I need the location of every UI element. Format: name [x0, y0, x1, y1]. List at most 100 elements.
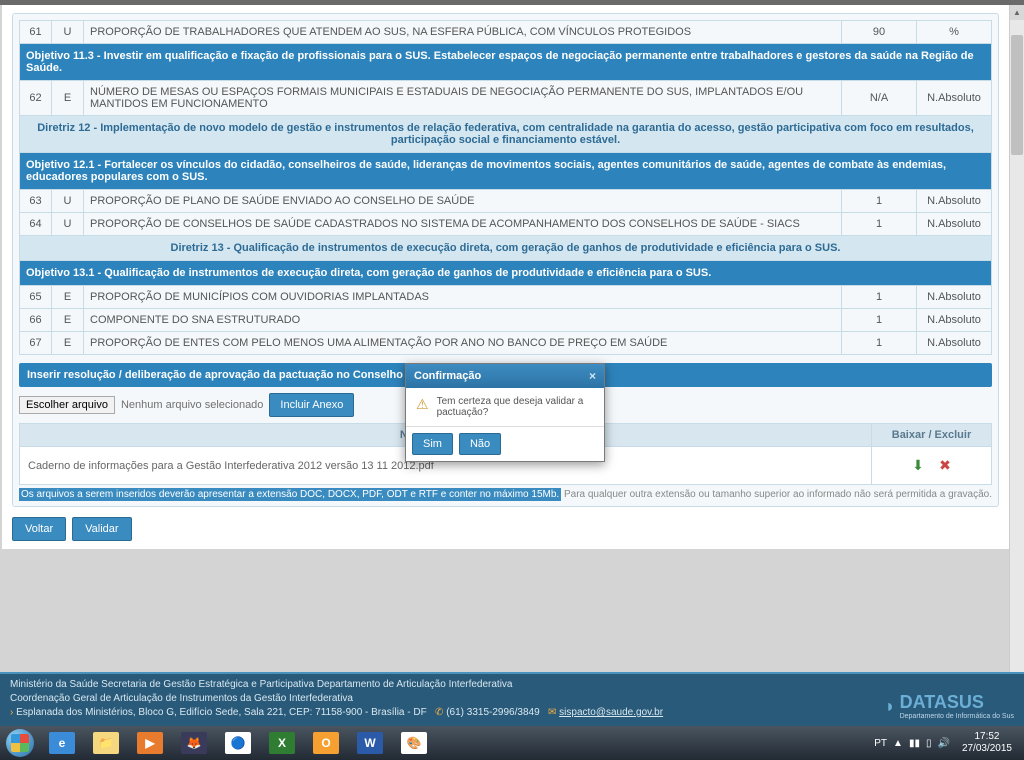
- row-value: 1: [842, 332, 917, 355]
- row-unit: N.Absoluto: [917, 213, 992, 236]
- confirmation-dialog: Confirmação × ⚠ Tem certeza que deseja v…: [405, 363, 605, 462]
- windows-orb-icon: [6, 729, 34, 757]
- objetivo-header: Objetivo 13.1 - Qualificação de instrume…: [20, 261, 992, 286]
- firefox-icon[interactable]: 🦊: [173, 729, 215, 757]
- row-desc: PROPORÇÃO DE ENTES COM PELO MENOS UMA AL…: [84, 332, 842, 355]
- row-type: E: [52, 332, 84, 355]
- logo-text: DATASUS: [900, 692, 1014, 713]
- table-row: 61 U PROPORÇÃO DE TRABALHADORES QUE ATEN…: [20, 21, 992, 44]
- no-button[interactable]: Não: [459, 433, 501, 455]
- volume-icon[interactable]: 🔊: [937, 738, 949, 749]
- table-row: 67 E PROPORÇÃO DE ENTES COM PELO MENOS U…: [20, 332, 992, 355]
- row-type: U: [52, 213, 84, 236]
- logo-subtext: Departamento de Informática do Sus: [900, 713, 1014, 720]
- row-num: 66: [20, 309, 52, 332]
- datasus-logo: ◗ DATASUS Departamento de Informática do…: [885, 692, 1014, 720]
- table-row: 63 U PROPORÇÃO DE PLANO DE SAÚDE ENVIADO…: [20, 190, 992, 213]
- row-value: 1: [842, 309, 917, 332]
- include-attachment-button[interactable]: Incluir Anexo: [269, 393, 354, 417]
- word-icon[interactable]: W: [349, 729, 391, 757]
- table-row: 65 E PROPORÇÃO DE MUNICÍPIOS COM OUVIDOR…: [20, 286, 992, 309]
- paint-icon[interactable]: 🎨: [393, 729, 435, 757]
- row-type: E: [52, 81, 84, 116]
- objetivo-text: Objetivo 11.3 - Investir em qualificação…: [20, 44, 992, 81]
- objetivo-header: Objetivo 12.1 - Fortalecer os vínculos d…: [20, 153, 992, 190]
- phone-icon: ✆: [435, 707, 443, 718]
- table-row: 62 E NÚMERO DE MESAS OU ESPAÇOS FORMAIS …: [20, 81, 992, 116]
- row-value: 1: [842, 213, 917, 236]
- row-unit: N.Absoluto: [917, 332, 992, 355]
- row-value: N/A: [842, 81, 917, 116]
- yes-button[interactable]: Sim: [412, 433, 453, 455]
- table-row: 64 U PROPORÇÃO DE CONSELHOS DE SAÚDE CAD…: [20, 213, 992, 236]
- row-desc: PROPORÇÃO DE MUNICÍPIOS COM OUVIDORIAS I…: [84, 286, 842, 309]
- page-footer: Ministério da Saúde Secretaria de Gestão…: [0, 672, 1024, 726]
- vertical-scrollbar[interactable]: ▲ ▼: [1009, 5, 1024, 760]
- close-icon[interactable]: ×: [589, 369, 596, 383]
- row-value: 1: [842, 190, 917, 213]
- excel-icon[interactable]: X: [261, 729, 303, 757]
- mail-icon: ✉: [548, 707, 556, 718]
- row-num: 63: [20, 190, 52, 213]
- row-type: U: [52, 21, 84, 44]
- row-num: 65: [20, 286, 52, 309]
- clock-time: 17:52: [962, 731, 1012, 743]
- choose-file-button[interactable]: Escolher arquivo: [19, 396, 115, 414]
- start-button[interactable]: [0, 726, 40, 760]
- footer-line2: Coordenação Geral de Articulação de Inst…: [10, 692, 663, 706]
- upload-hint: Os arquivos a serem inseridos deverão ap…: [19, 489, 992, 500]
- row-unit: N.Absoluto: [917, 190, 992, 213]
- flag-icon[interactable]: ▮▮: [909, 738, 920, 749]
- scroll-up-arrow[interactable]: ▲: [1010, 5, 1024, 20]
- row-type: E: [52, 286, 84, 309]
- delete-icon[interactable]: ✖: [939, 457, 951, 473]
- chrome-icon[interactable]: 🔵: [217, 729, 259, 757]
- indicators-table: 61 U PROPORÇÃO DE TRABALHADORES QUE ATEN…: [19, 20, 992, 355]
- clock-date: 27/03/2015: [962, 743, 1012, 755]
- row-num: 67: [20, 332, 52, 355]
- hint-highlight: Os arquivos a serem inseridos deverão ap…: [19, 488, 561, 501]
- row-desc: COMPONENTE DO SNA ESTRUTURADO: [84, 309, 842, 332]
- row-unit: N.Absoluto: [917, 81, 992, 116]
- language-indicator[interactable]: PT: [874, 738, 887, 749]
- windows-taskbar[interactable]: e 📁 ▶ 🦊 🔵 X O W 🎨 PT ▲ ▮▮ ▯ 🔊 17:52 27/0…: [0, 726, 1024, 760]
- tray-arrow-icon[interactable]: ▲: [893, 738, 903, 749]
- hint-rest: Para qualquer outra extensão ou tamanho …: [561, 489, 992, 500]
- col-actions: Baixar / Excluir: [872, 424, 992, 447]
- row-desc: NÚMERO DE MESAS OU ESPAÇOS FORMAIS MUNIC…: [84, 81, 842, 116]
- diretriz-header: Diretriz 12 - Implementação de novo mode…: [20, 116, 992, 153]
- validate-button[interactable]: Validar: [72, 517, 131, 541]
- download-icon[interactable]: ⬇: [912, 457, 924, 473]
- diretriz-text: Diretriz 13 - Qualificação de instrument…: [20, 236, 992, 261]
- footer-email-link[interactable]: sispacto@saude.gov.br: [559, 707, 663, 718]
- ie-icon[interactable]: e: [41, 729, 83, 757]
- explorer-icon[interactable]: 📁: [85, 729, 127, 757]
- objetivo-header: Objetivo 11.3 - Investir em qualificação…: [20, 44, 992, 81]
- row-type: E: [52, 309, 84, 332]
- system-tray[interactable]: PT ▲ ▮▮ ▯ 🔊 17:52 27/03/2015: [874, 731, 1024, 755]
- row-type: U: [52, 190, 84, 213]
- row-num: 64: [20, 213, 52, 236]
- modal-title: Confirmação: [414, 370, 481, 382]
- row-num: 61: [20, 21, 52, 44]
- logo-swoosh-icon: ◗: [885, 696, 896, 717]
- modal-message: Tem certeza que deseja validar a pactuaç…: [437, 396, 594, 418]
- row-value: 90: [842, 21, 917, 44]
- table-row: 66 E COMPONENTE DO SNA ESTRUTURADO 1 N.A…: [20, 309, 992, 332]
- row-desc: PROPORÇÃO DE PLANO DE SAÚDE ENVIADO AO C…: [84, 190, 842, 213]
- scrollbar-thumb[interactable]: [1011, 35, 1023, 155]
- footer-line1: Ministério da Saúde Secretaria de Gestão…: [10, 678, 663, 692]
- row-desc: PROPORÇÃO DE TRABALHADORES QUE ATENDEM A…: [84, 21, 842, 44]
- objetivo-text: Objetivo 12.1 - Fortalecer os vínculos d…: [20, 153, 992, 190]
- row-unit: %: [917, 21, 992, 44]
- taskbar-clock[interactable]: 17:52 27/03/2015: [956, 731, 1018, 755]
- diretriz-text: Diretriz 12 - Implementação de novo mode…: [20, 116, 992, 153]
- back-button[interactable]: Voltar: [12, 517, 66, 541]
- row-desc: PROPORÇÃO DE CONSELHOS DE SAÚDE CADASTRA…: [84, 213, 842, 236]
- row-value: 1: [842, 286, 917, 309]
- network-icon[interactable]: ▯: [926, 738, 932, 749]
- footer-phone: (61) 3315-2996/3849: [446, 707, 539, 718]
- media-player-icon[interactable]: ▶: [129, 729, 171, 757]
- row-unit: N.Absoluto: [917, 309, 992, 332]
- outlook-icon[interactable]: O: [305, 729, 347, 757]
